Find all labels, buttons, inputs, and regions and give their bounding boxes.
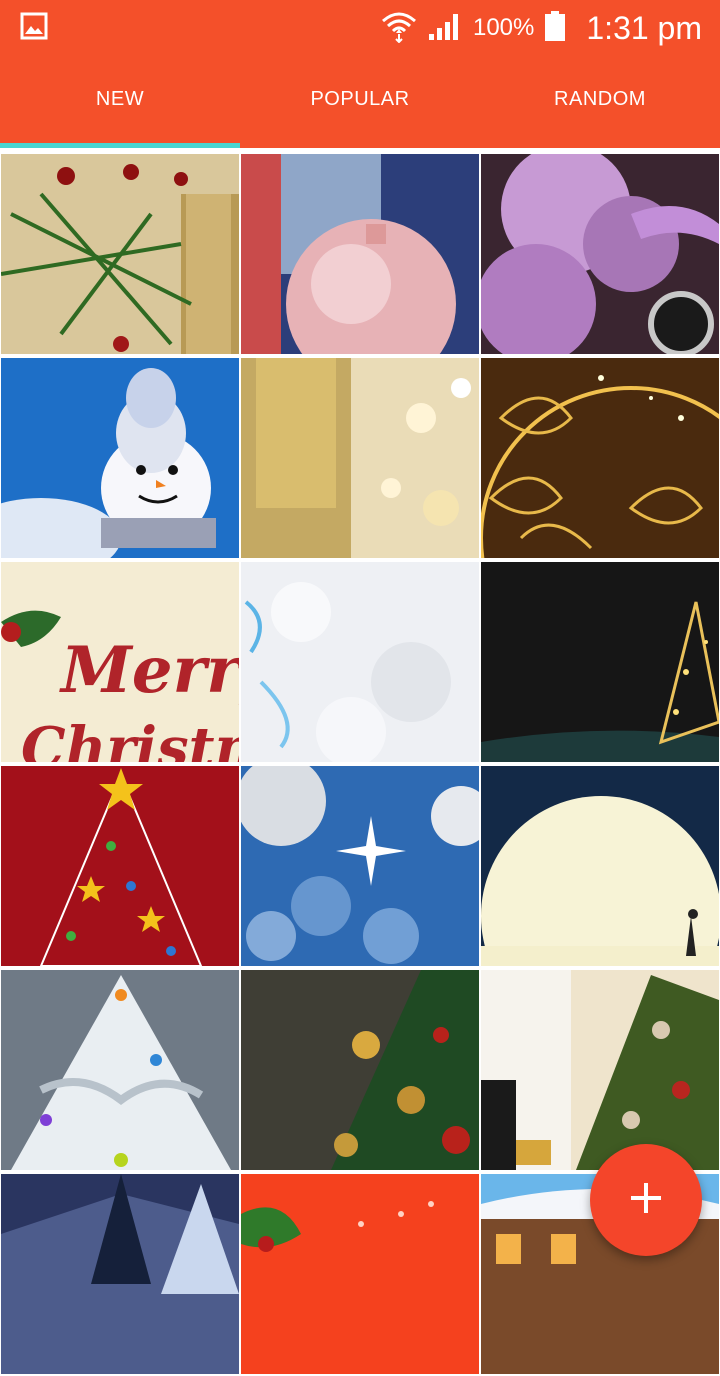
wallpaper-thumbnail[interactable] bbox=[241, 970, 479, 1170]
wallpaper-thumbnail[interactable] bbox=[481, 358, 719, 558]
wallpaper-thumbnail[interactable] bbox=[1, 970, 239, 1170]
app-bar: 100% 1:31 pm NEW POPULAR RANDOM bbox=[0, 0, 720, 148]
merry-line-2: Christmas bbox=[21, 715, 239, 762]
gallery-icon bbox=[20, 12, 48, 40]
wallpaper-thumbnail[interactable] bbox=[1, 1174, 239, 1374]
tab-bar: NEW POPULAR RANDOM bbox=[0, 56, 720, 148]
wallpaper-thumbnail[interactable] bbox=[481, 154, 719, 354]
wallpaper-thumbnail[interactable] bbox=[481, 562, 719, 762]
wallpaper-thumbnail[interactable] bbox=[1, 358, 239, 558]
wallpaper-thumbnail[interactable] bbox=[241, 766, 479, 966]
wallpaper-thumbnail[interactable] bbox=[241, 154, 479, 354]
wallpaper-thumbnail[interactable] bbox=[1, 766, 239, 966]
tab-new[interactable]: NEW bbox=[0, 56, 240, 148]
wallpaper-thumbnail[interactable] bbox=[241, 358, 479, 558]
wallpaper-thumbnail[interactable] bbox=[241, 1174, 479, 1374]
battery-percent: 100% bbox=[472, 14, 535, 41]
tab-random[interactable]: RANDOM bbox=[480, 56, 720, 148]
tab-popular[interactable]: POPULAR bbox=[240, 56, 480, 148]
clock: 1:31 pm bbox=[586, 9, 702, 46]
tab-new-label: NEW bbox=[95, 87, 145, 110]
merry-line-1: Merry bbox=[59, 633, 239, 708]
wallpaper-thumbnail[interactable] bbox=[241, 562, 479, 762]
battery-icon bbox=[544, 10, 566, 47]
plus-icon bbox=[629, 1181, 663, 1220]
wallpaper-thumbnail[interactable]: Merry Christmas bbox=[1, 562, 239, 762]
wallpaper-thumbnail[interactable] bbox=[481, 970, 719, 1170]
wifi-icon bbox=[381, 9, 417, 48]
tab-random-label: RANDOM bbox=[554, 87, 646, 110]
add-button[interactable] bbox=[590, 1144, 702, 1256]
signal-icon bbox=[427, 10, 463, 47]
wallpaper-thumbnail[interactable] bbox=[481, 766, 719, 966]
wallpaper-thumbnail[interactable] bbox=[1, 154, 239, 354]
status-bar: 100% 1:31 pm bbox=[0, 0, 720, 56]
tab-popular-label: POPULAR bbox=[310, 87, 410, 110]
